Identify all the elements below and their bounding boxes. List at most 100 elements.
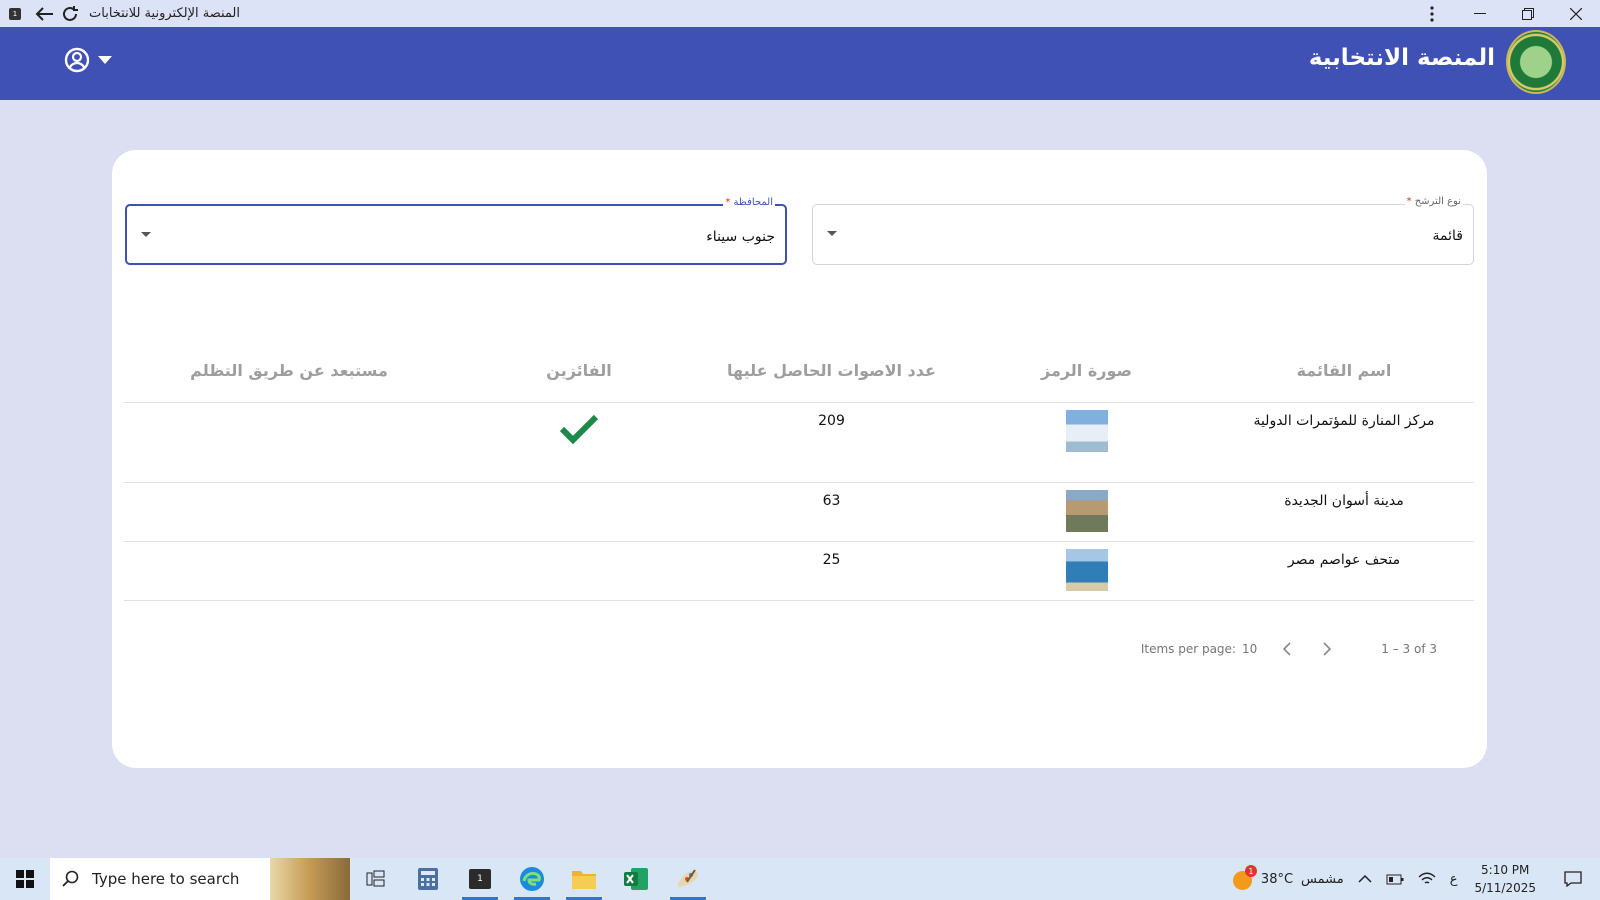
results-table: اسم القائمة صورة الرمز عدد الاصوات الحاص… xyxy=(124,340,1474,601)
weather-temp: 38°C xyxy=(1260,871,1294,887)
chevron-left-icon xyxy=(1283,642,1291,656)
chevron-up-icon xyxy=(1358,875,1372,883)
items-per-page-label: Items per page: xyxy=(1140,642,1236,656)
excluded-cell xyxy=(124,482,454,542)
weather-widget[interactable]: 1 38°C مشمس xyxy=(1224,865,1351,890)
folder-icon xyxy=(572,871,596,889)
back-button[interactable] xyxy=(31,1,57,27)
task-view-icon xyxy=(366,870,385,887)
language-indicator[interactable]: ع xyxy=(1443,872,1465,887)
check-icon xyxy=(559,414,599,444)
column-header-list-name: اسم القائمة xyxy=(1214,340,1474,403)
more-vertical-icon xyxy=(1430,5,1434,22)
excluded-cell xyxy=(124,402,454,483)
next-page-button[interactable] xyxy=(1307,642,1347,656)
user-menu-button[interactable] xyxy=(64,47,112,73)
symbol-image-cell xyxy=(959,541,1214,601)
list-name-cell: مركز المنارة للمؤتمرات الدولية xyxy=(1214,402,1474,483)
winner-cell xyxy=(454,541,704,601)
candidacy-type-select[interactable]: نوع الترشح * قائمة xyxy=(812,196,1474,265)
minimize-icon xyxy=(1474,12,1486,14)
symbol-image xyxy=(1065,548,1108,591)
task-view-button[interactable] xyxy=(350,858,402,900)
app-window-icon: 1 xyxy=(469,869,491,889)
system-tray: 1 38°C مشمس ع 5:10 PM 5/11/2025 xyxy=(1224,858,1600,900)
column-header-winners: الفائزين xyxy=(454,340,704,403)
close-button[interactable] xyxy=(1552,0,1600,27)
symbol-image xyxy=(1065,489,1108,532)
excel-icon xyxy=(624,868,648,890)
table-row: مركز المنارة للمؤتمرات الدولية 209 xyxy=(124,402,1474,483)
taskbar: Type here to search 1 1 38°C مشمس ع 5:10… xyxy=(0,858,1600,900)
symbol-image xyxy=(1065,409,1108,452)
dropdown-arrow-icon xyxy=(141,232,151,237)
votes-cell: 25 xyxy=(704,541,959,601)
network-button[interactable] xyxy=(1411,872,1443,886)
window-titlebar: 1 المنصة الإلكترونية للانتخابات xyxy=(0,0,1600,27)
battery-icon xyxy=(1386,874,1404,885)
dropdown-arrow-icon xyxy=(827,231,837,236)
calculator-app[interactable] xyxy=(402,858,454,900)
notification-icon xyxy=(1564,871,1582,887)
restore-button[interactable] xyxy=(1504,0,1552,27)
search-placeholder: Type here to search xyxy=(92,870,240,888)
page-range-label: 1 – 3 of 3 xyxy=(1381,642,1437,656)
reload-button[interactable] xyxy=(57,1,83,27)
notifications-button[interactable] xyxy=(1546,871,1600,887)
clock[interactable]: 5:10 PM 5/11/2025 xyxy=(1464,861,1546,897)
governorate-value: جنوب سيناء xyxy=(706,229,775,245)
votes-cell: 209 xyxy=(704,402,959,483)
reload-icon xyxy=(63,5,78,21)
column-header-symbol-image: صورة الرمز xyxy=(959,340,1214,403)
battery-button[interactable] xyxy=(1379,873,1411,885)
weather-badge: 1 xyxy=(1244,865,1257,877)
winner-cell xyxy=(454,402,704,483)
restore-icon xyxy=(1522,7,1534,20)
symbol-image-cell xyxy=(959,482,1214,542)
edge-app[interactable] xyxy=(506,858,558,900)
governorate-select[interactable]: المحافظة * جنوب سيناء xyxy=(125,197,787,265)
list-name-cell: مدينة أسوان الجديدة xyxy=(1214,482,1474,542)
paginator: Items per page: 10 1 – 3 of 3 xyxy=(1141,642,1437,656)
excluded-cell xyxy=(124,541,454,601)
votes-cell: 63 xyxy=(704,482,959,542)
results-card: نوع الترشح * قائمة المحافظة * جنوب سيناء… xyxy=(112,150,1487,768)
paint-app[interactable] xyxy=(662,858,714,900)
arrow-left-icon xyxy=(35,6,53,21)
account-circle-icon xyxy=(64,47,90,73)
minimize-button[interactable] xyxy=(1456,0,1504,27)
app-logo xyxy=(1506,30,1566,94)
more-options-button[interactable] xyxy=(1408,0,1456,27)
show-hidden-icons-button[interactable] xyxy=(1351,875,1379,883)
column-header-votes: عدد الاصوات الحاصل عليها xyxy=(704,340,959,403)
candidacy-type-value: قائمة xyxy=(1432,228,1463,244)
chevron-right-icon xyxy=(1323,642,1332,656)
paint-icon xyxy=(678,869,698,887)
excel-app[interactable] xyxy=(610,858,662,900)
items-per-page-select[interactable]: 10 xyxy=(1242,642,1257,656)
column-header-excluded: مستبعد عن طريق التظلم xyxy=(124,340,454,403)
app-icon: 1 xyxy=(9,7,21,20)
candidacy-type-label: نوع الترشح * xyxy=(1404,196,1463,207)
calculator-icon xyxy=(418,868,438,890)
wifi-icon xyxy=(1418,872,1436,884)
search-highlight-image xyxy=(270,858,350,900)
app-title: المنصة الانتخابية xyxy=(1308,45,1495,71)
table-row: متحف عواصم مصر 25 xyxy=(124,541,1474,601)
table-row: مدينة أسوان الجديدة 63 xyxy=(124,482,1474,542)
clock-date: 5/11/2025 xyxy=(1474,881,1536,895)
election-app[interactable]: 1 xyxy=(454,858,506,900)
caret-down-icon xyxy=(98,56,112,64)
start-button[interactable] xyxy=(0,858,50,900)
taskbar-search[interactable]: Type here to search xyxy=(50,858,350,900)
app-header: المنصة الانتخابية xyxy=(0,27,1600,100)
sun-icon: 1 xyxy=(1231,865,1257,890)
list-name-cell: متحف عواصم مصر xyxy=(1214,541,1474,601)
windows-logo-icon xyxy=(16,870,34,888)
symbol-image-cell xyxy=(959,402,1214,483)
file-explorer-app[interactable] xyxy=(558,858,610,900)
close-icon xyxy=(1570,7,1582,20)
winner-cell xyxy=(454,482,704,542)
previous-page-button[interactable] xyxy=(1267,642,1307,656)
governorate-label: المحافظة * xyxy=(723,197,775,208)
